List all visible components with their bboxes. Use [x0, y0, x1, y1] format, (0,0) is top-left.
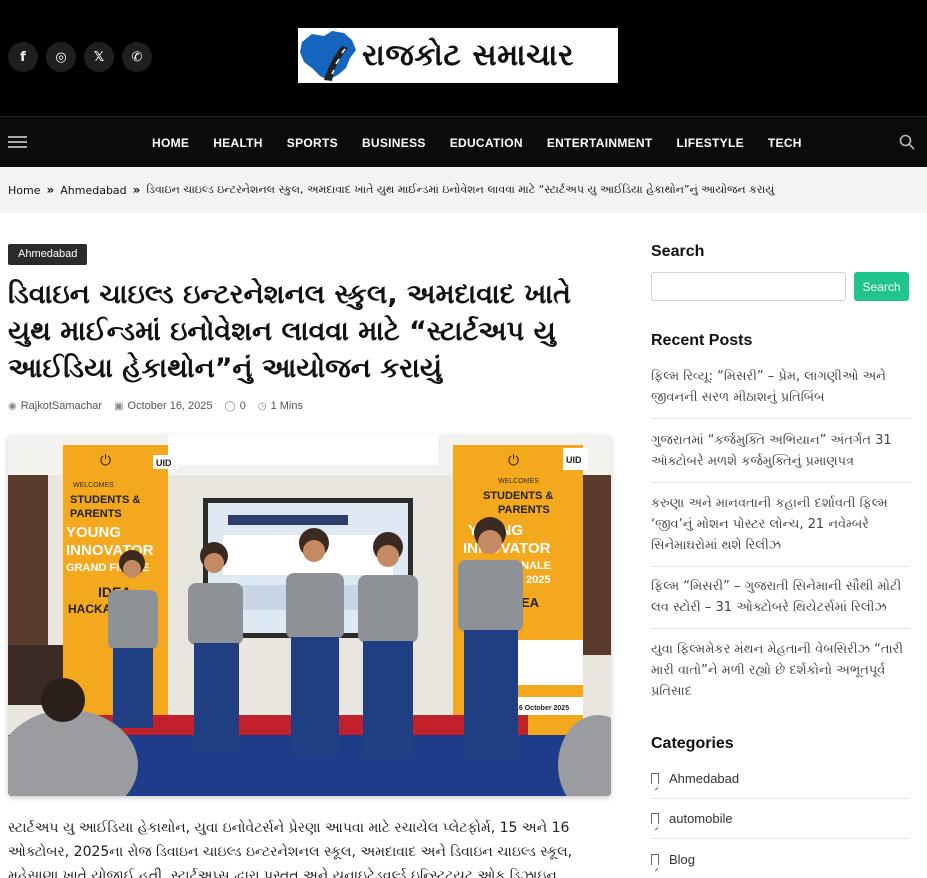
- whatsapp-icon[interactable]: ✆: [122, 42, 152, 72]
- bookmark-icon: [651, 773, 659, 784]
- svg-text:⏻: ⏻: [100, 453, 111, 469]
- breadcrumb-category[interactable]: Ahmedabad: [60, 184, 126, 197]
- user-icon: ◉: [8, 400, 17, 412]
- nav-business[interactable]: BUSINESS: [362, 136, 426, 150]
- categories-title: Categories: [651, 735, 734, 752]
- author-link[interactable]: RajkotSamachar: [21, 400, 102, 412]
- facebook-icon[interactable]: f: [8, 42, 38, 72]
- category-item[interactable]: Blog: [651, 839, 910, 878]
- chevron-right-icon: »: [132, 183, 141, 197]
- breadcrumb-home[interactable]: Home: [8, 184, 40, 197]
- recent-post-link[interactable]: ફિલ્મ “મિસરી” – ગુજરાતી સિનેમાની સૌથી મો…: [651, 576, 910, 629]
- hero-image: ⏻ UID WELCOMES STUDENTS & PARENTS YOUNG …: [8, 435, 611, 796]
- bookmark-icon: [651, 853, 659, 865]
- recent-post-link[interactable]: ગુજરાતમાં “કર્જમુક્તિ અભિયાન” અંતર્ગત 31…: [651, 430, 910, 483]
- menu-icon[interactable]: [8, 136, 27, 148]
- article-meta: ◉ RajkotSamachar ▣ October 16, 2025 ◯ 0 ◷ 1 …: [8, 400, 303, 412]
- banner-parents-right: PARENTS: [498, 504, 550, 516]
- comment-icon: ◯: [224, 400, 236, 412]
- category-label: Blog: [669, 851, 696, 867]
- logo-text: રાજકોટ સમાચાર: [362, 38, 575, 73]
- post-date: October 16, 2025: [127, 400, 213, 412]
- article-title: ડિવાઇન ચાઇલ્ડ ઇન્ટરનેશનલ સ્કુલ, અમદાવાદ …: [8, 279, 571, 384]
- category-label: automobile: [669, 811, 733, 826]
- sidebar-search-button[interactable]: Search: [854, 272, 909, 301]
- search-icon[interactable]: [899, 134, 915, 150]
- site-logo[interactable]: રાજકોટ સમાચાર: [298, 28, 618, 83]
- bookmark-icon: [651, 813, 659, 824]
- read-time: 1 Mins: [270, 400, 303, 412]
- instagram-icon[interactable]: ◎: [46, 42, 76, 72]
- svg-text:⏻: ⏻: [508, 453, 519, 469]
- breadcrumb: Home » Ahmedabad » ડિવાઇન ચાઇલ્ડ ઇન્ટરને…: [0, 167, 927, 213]
- nav-home[interactable]: HOME: [152, 136, 189, 150]
- clock-icon: ◷: [257, 400, 267, 412]
- event-photo: ⏻ UID WELCOMES STUDENTS & PARENTS YOUNG …: [8, 435, 611, 796]
- main-navigation: HOME HEALTH SPORTS BUSINESS EDUCATION EN…: [0, 116, 927, 167]
- top-header: f ◎ 𝕏 ✆ રાજકોટ સમાચાર: [0, 0, 927, 116]
- nav-tech[interactable]: TECH: [768, 136, 802, 150]
- gujarat-map-icon: [300, 31, 356, 81]
- nav-sports[interactable]: SPORTS: [287, 136, 338, 150]
- nav-education[interactable]: EDUCATION: [450, 136, 523, 150]
- banner-young-left: YOUNG: [66, 524, 121, 541]
- banner-year-right: 2025: [526, 574, 550, 586]
- recent-post-link[interactable]: ફિલ્મ રિવ્યૂ: “મિસરી” – પ્રેમ, લાગણીઓ અન…: [651, 366, 910, 419]
- calendar-icon: ▣: [114, 400, 124, 412]
- banner-welcomes-right: WELCOMES: [498, 478, 539, 485]
- uid-logo-left: UID: [156, 458, 172, 468]
- banner-students-left: STUDENTS &: [70, 494, 140, 506]
- banner-parents-left: PARENTS: [70, 508, 122, 520]
- banner-students-right: STUDENTS &: [483, 490, 553, 502]
- category-label: Ahmedabad: [669, 771, 740, 786]
- category-item[interactable]: Ahmedabad: [651, 759, 910, 799]
- recent-posts-title: Recent Posts: [651, 332, 753, 349]
- breadcrumb-current: ડિવાઇન ચાઇલ્ડ ઇન્ટરનેશનલ સ્કુલ, અમદાવાદ …: [146, 183, 775, 196]
- uid-logo-right: UID: [566, 455, 582, 465]
- sidebar-search-input[interactable]: [651, 272, 846, 301]
- nav-health[interactable]: HEALTH: [213, 136, 263, 150]
- banner-innovator-right: INNOVATOR: [463, 540, 551, 557]
- chevron-right-icon: »: [46, 183, 55, 197]
- comment-count[interactable]: 0: [240, 400, 246, 412]
- search-widget-title: Search: [651, 243, 705, 260]
- category-item[interactable]: automobile: [651, 799, 910, 839]
- recent-post-link[interactable]: કરુણા અને માનવતાની કહાની દર્શાવતી ફિલ્મ …: [651, 493, 910, 567]
- nav-lifestyle[interactable]: LIFESTYLE: [677, 136, 744, 150]
- banner-date-right: 16 October 2025: [515, 705, 569, 712]
- nav-entertainment[interactable]: ENTERTAINMENT: [547, 136, 653, 150]
- x-icon[interactable]: 𝕏: [84, 42, 114, 72]
- banner-welcomes-left: WELCOMES: [73, 482, 114, 489]
- recent-post-link[interactable]: યુવા ફિલ્મમેકર મંથન મેહતાની વેબસિરીઝ “તા…: [651, 639, 910, 712]
- article-body: સ્ટાર્ટઅપ યુ આઈડિયા હેકાથોન, યુવા ઇનોવેટ…: [8, 820, 573, 878]
- social-links: f ◎ 𝕏 ✆: [8, 42, 152, 72]
- category-badge[interactable]: Ahmedabad: [8, 244, 88, 265]
